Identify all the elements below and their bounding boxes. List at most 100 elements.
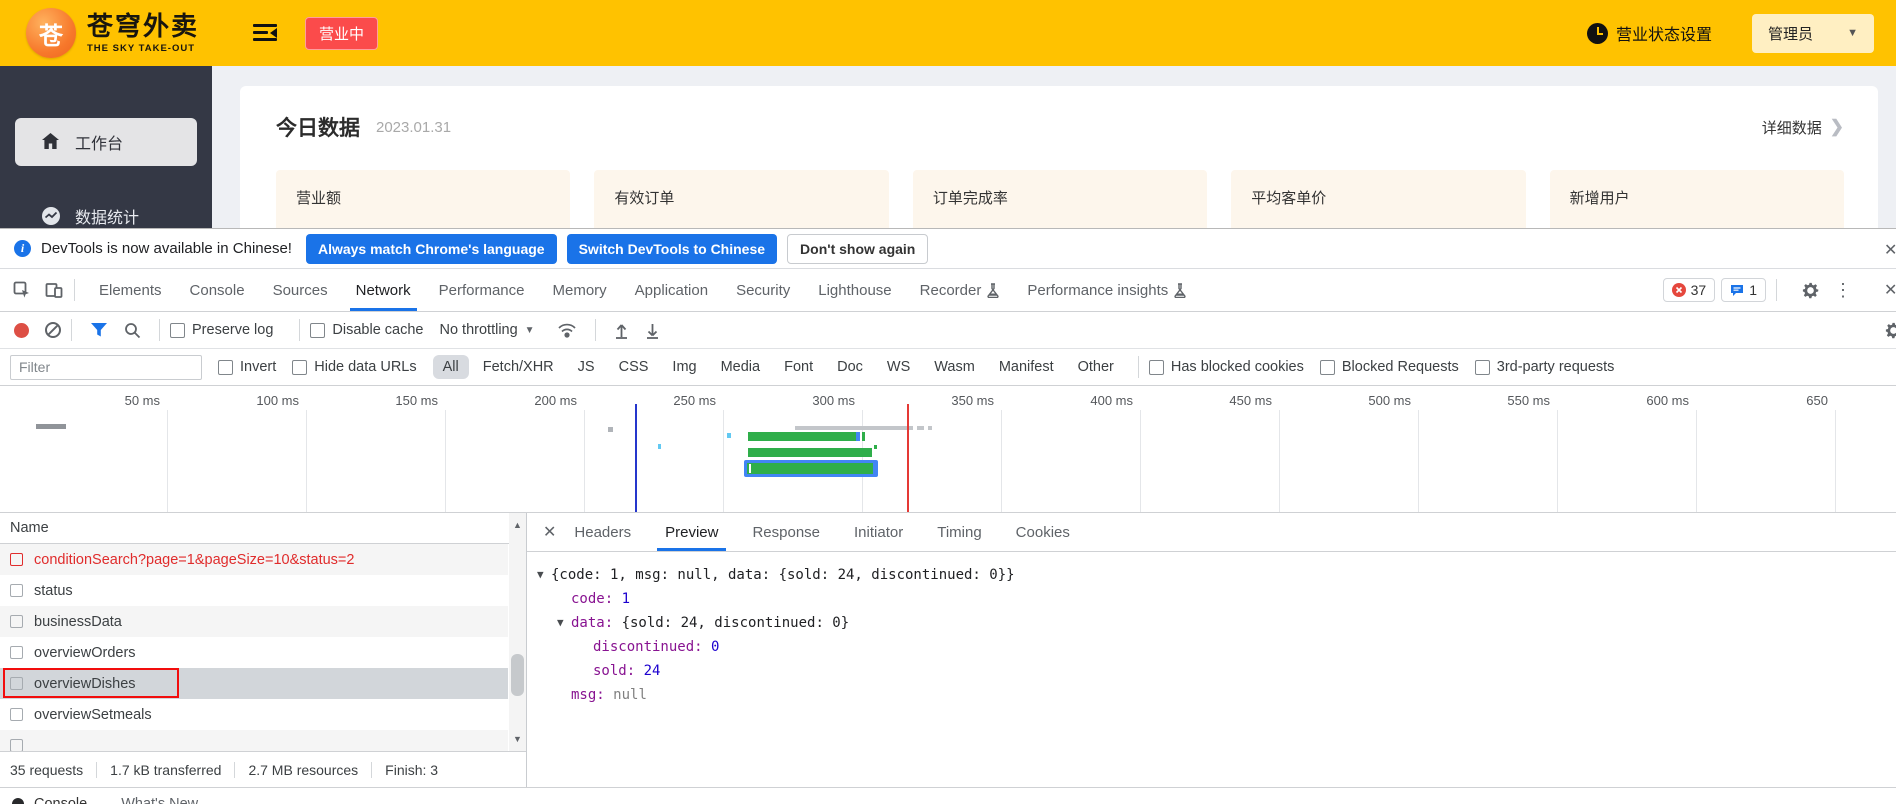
request-row[interactable]: overviewSetmeals	[0, 699, 508, 730]
stat-card[interactable]: 营业额	[276, 170, 571, 228]
request-row[interactable]: businessData	[0, 606, 508, 637]
export-har-icon[interactable]	[645, 322, 660, 339]
drawer-tab-console[interactable]: Console	[34, 796, 87, 804]
hide-data-urls-checkbox[interactable]: Hide data URLs	[292, 359, 417, 375]
filter-pill-all[interactable]: All	[432, 355, 469, 379]
filter-pill-media[interactable]: Media	[711, 355, 771, 379]
request-checkbox-icon[interactable]	[10, 553, 23, 566]
chevron-down-icon: ▼	[524, 324, 535, 336]
network-overview-timeline[interactable]: 50 ms 100 ms 150 ms 200 ms 250 ms 300 ms 350 m…	[0, 386, 1896, 513]
drawer-tab-what-s-new[interactable]: What's New	[121, 796, 198, 804]
filter-check-blocked-requests[interactable]: Blocked Requests	[1319, 359, 1459, 375]
requests-scrollbar[interactable]: ▲ ▼	[509, 513, 526, 751]
sidebar-item-statistics[interactable]: 数据统计	[15, 192, 197, 228]
request-checkbox-icon[interactable]	[10, 708, 23, 721]
sidebar-item-workbench[interactable]: 工作台	[15, 118, 197, 166]
stat-card[interactable]: 新增用户	[1549, 170, 1845, 228]
details-tab-cookies[interactable]: Cookies	[1012, 513, 1074, 551]
filter-pill-manifest[interactable]: Manifest	[989, 355, 1064, 379]
filter-check-3rd-party-requests[interactable]: 3rd-party requests	[1474, 359, 1614, 375]
close-details-icon[interactable]: ✕	[543, 522, 556, 542]
tab-sources[interactable]: Sources	[259, 269, 342, 311]
request-checkbox-icon[interactable]	[10, 646, 23, 659]
tab-recorder[interactable]: Recorder	[906, 269, 1014, 311]
console-errors-badge[interactable]: 37	[1662, 278, 1716, 302]
filter-pill-fetchxhr[interactable]: Fetch/XHR	[473, 355, 564, 379]
tab-lighthouse[interactable]: Lighthouse	[804, 269, 905, 311]
match-language-button[interactable]: Always match Chrome's language	[305, 233, 557, 264]
throttling-dropdown[interactable]: No throttling ▼	[439, 322, 534, 338]
tab-performance[interactable]: Performance	[425, 269, 539, 311]
json-tree-line[interactable]: code: 1	[527, 587, 1896, 611]
clear-network-log-icon[interactable]	[45, 322, 61, 338]
switch-chinese-button[interactable]: Switch DevTools to Chinese	[566, 233, 778, 264]
dont-show-again-button[interactable]: Don't show again	[787, 233, 929, 264]
request-row[interactable]: status	[0, 575, 508, 606]
expand-caret-icon[interactable]: ▼	[537, 563, 544, 587]
tab-elements[interactable]: Elements	[85, 269, 176, 311]
details-tab-response[interactable]: Response	[748, 513, 824, 551]
tab-security[interactable]: Security	[722, 269, 804, 311]
expand-caret-icon[interactable]: ▼	[557, 611, 564, 635]
details-tab-preview[interactable]: Preview	[657, 513, 727, 551]
settings-gear-icon[interactable]	[1801, 281, 1820, 300]
request-row[interactable]: conditionSearch?page=1&pageSize=10&statu…	[0, 544, 508, 575]
timeline-tick-label: 600 ms	[1646, 393, 1689, 408]
scrollbar-thumb[interactable]	[511, 654, 524, 696]
sidebar-collapse-icon[interactable]	[253, 24, 278, 42]
stat-card[interactable]: 有效订单	[594, 170, 889, 228]
request-checkbox-icon[interactable]	[10, 677, 23, 690]
filter-pill-wasm[interactable]: Wasm	[924, 355, 985, 379]
import-har-icon[interactable]	[614, 322, 629, 339]
request-checkbox-icon[interactable]	[10, 615, 23, 628]
filter-check-has-blocked-cookies[interactable]: Has blocked cookies	[1148, 359, 1304, 375]
filter-pill-ws[interactable]: WS	[877, 355, 920, 379]
filter-funnel-icon[interactable]	[90, 322, 108, 338]
details-tab-headers[interactable]: Headers	[570, 513, 635, 551]
tab-network[interactable]: Network	[342, 269, 425, 311]
network-settings-gear-icon[interactable]	[1884, 321, 1896, 345]
tab-application[interactable]: Application	[621, 269, 722, 311]
filter-pill-other[interactable]: Other	[1068, 355, 1124, 379]
tab-memory[interactable]: Memory	[539, 269, 621, 311]
console-messages-badge[interactable]: 1	[1721, 278, 1766, 302]
request-checkbox-icon[interactable]	[10, 584, 23, 597]
device-toolbar-icon[interactable]	[44, 280, 64, 300]
invert-checkbox[interactable]: Invert	[218, 359, 276, 375]
user-menu-button[interactable]: 管理员 ▼	[1752, 13, 1874, 53]
json-tree-line[interactable]: ▼ {code: 1, msg: null, data: {sold: 24, d…	[527, 563, 1896, 587]
banner-close-icon[interactable]: ✕	[1884, 240, 1896, 260]
details-tab-initiator[interactable]: Initiator	[850, 513, 907, 551]
tab-console[interactable]: Console	[176, 269, 259, 311]
detail-data-link[interactable]: 详细数据 ❯	[1762, 117, 1844, 138]
more-options-icon[interactable]: ⋮	[1834, 280, 1852, 301]
request-row[interactable]: overviewOrders	[0, 637, 508, 668]
request-row[interactable]: overviewDishes	[0, 668, 508, 699]
filter-pill-css[interactable]: CSS	[609, 355, 659, 379]
filter-pill-js[interactable]: JS	[568, 355, 605, 379]
business-status-settings[interactable]: 营业状态设置	[1616, 21, 1712, 45]
search-icon[interactable]	[124, 322, 141, 339]
json-tree-line[interactable]: discontinued: 0	[527, 635, 1896, 659]
tab-performance-insights[interactable]: Performance insights	[1013, 269, 1200, 311]
json-tree-line[interactable]: ▼ data: {sold: 24, discontinued: 0}	[527, 611, 1896, 635]
preserve-log-checkbox[interactable]: Preserve log	[170, 322, 273, 338]
scroll-up-icon[interactable]: ▲	[509, 515, 526, 535]
network-conditions-icon[interactable]	[557, 322, 577, 339]
disable-cache-checkbox[interactable]: Disable cache	[310, 322, 423, 338]
details-tab-timing[interactable]: Timing	[933, 513, 985, 551]
inspect-cursor-icon[interactable]	[12, 280, 32, 300]
filter-pill-img[interactable]: Img	[662, 355, 706, 379]
stat-card[interactable]: 平均客单价	[1231, 170, 1526, 228]
name-column-header[interactable]: Name	[0, 513, 526, 544]
json-tree-line[interactable]: msg: null	[527, 683, 1896, 707]
filter-input[interactable]	[10, 354, 202, 380]
devtools-close-icon[interactable]: ✕	[1884, 280, 1896, 300]
selected-request-bar[interactable]	[744, 460, 878, 477]
json-tree-line[interactable]: sold: 24	[527, 659, 1896, 683]
filter-pill-doc[interactable]: Doc	[827, 355, 873, 379]
record-network-log-button[interactable]	[14, 322, 29, 338]
scroll-down-icon[interactable]: ▼	[509, 729, 526, 749]
stat-card[interactable]: 订单完成率	[912, 170, 1208, 228]
filter-pill-font[interactable]: Font	[774, 355, 823, 379]
